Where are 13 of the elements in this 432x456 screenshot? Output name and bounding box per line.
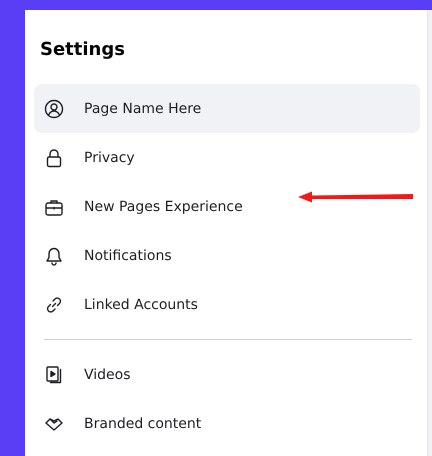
menu-item[interactable]: Linked Accounts — [34, 280, 420, 329]
menu-item[interactable]: Videos — [34, 350, 420, 399]
settings-heading: Settings — [40, 38, 126, 62]
menu-item[interactable]: Branded content — [34, 399, 420, 448]
video-icon — [44, 364, 64, 384]
menu-item[interactable]: Page Name Here — [34, 84, 420, 133]
person-icon — [44, 98, 64, 118]
lock-icon — [44, 148, 64, 168]
menu-item[interactable]: New Pages Experience — [34, 182, 420, 231]
bell-icon — [44, 246, 64, 266]
link-icon — [44, 294, 64, 314]
menu-item[interactable]: Notifications — [34, 231, 420, 280]
menu-item[interactable]: Privacy — [34, 133, 420, 182]
